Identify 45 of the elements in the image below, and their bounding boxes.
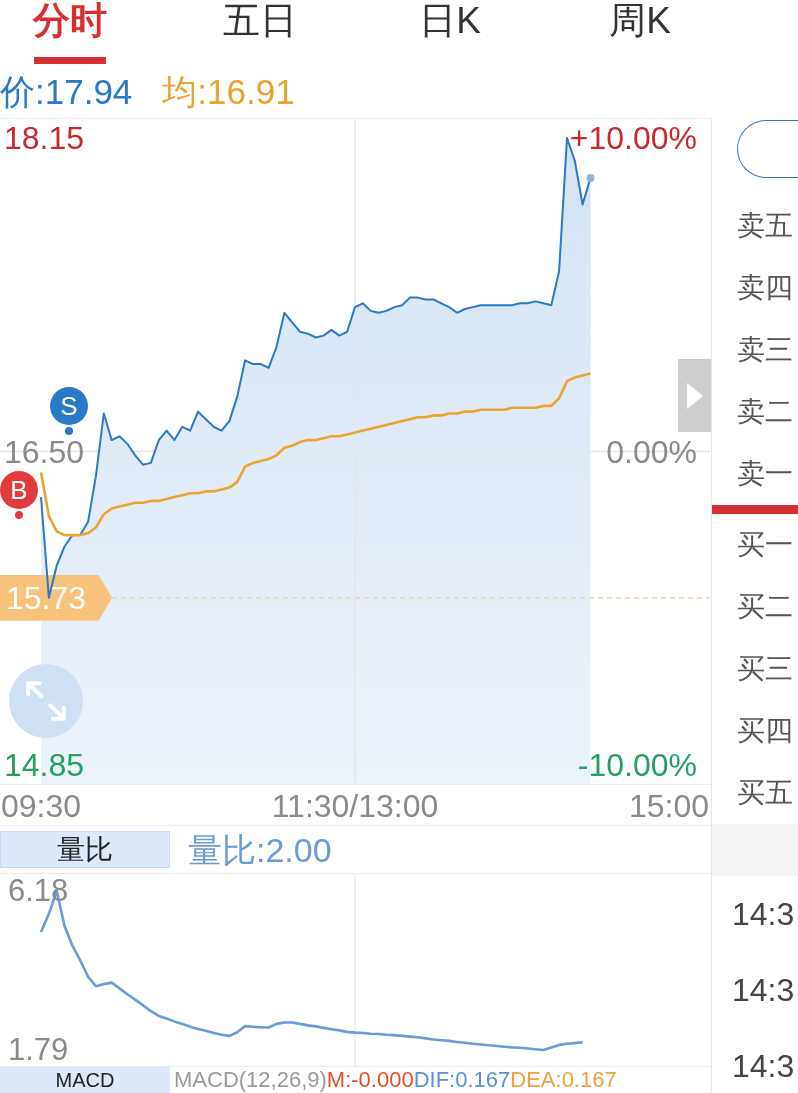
bid-level-label: 买四 <box>737 716 793 746</box>
last-price-point <box>586 173 595 182</box>
pill-button[interactable] <box>737 120 798 178</box>
expand-icon <box>26 681 66 721</box>
price-axis-label: 18.15 <box>4 122 85 154</box>
legend-reading: 均:16.91 <box>162 72 295 112</box>
legend-reading: 价:17.94 <box>0 72 133 112</box>
bid-level-label: 买三 <box>737 654 793 684</box>
trade-time: 14:3 <box>732 897 795 931</box>
macd-reading: M:-0.000 <box>326 1068 414 1092</box>
percent-axis-label: +10.00% <box>569 122 697 154</box>
chart-tab[interactable]: 五日 <box>165 0 355 66</box>
time-axis-label: 15:00 <box>628 789 710 823</box>
ratio-axis-label: 1.79 <box>8 1033 69 1066</box>
bid-level-label: 买五 <box>737 778 793 808</box>
time-axis-label: 09:30 <box>0 789 82 823</box>
bid-level-label: 买一 <box>737 530 793 560</box>
percent-axis-label: 0.00% <box>606 435 697 468</box>
ask-level-label: 卖四 <box>737 273 793 303</box>
time-axis-label: 11:30/13:00 <box>271 789 439 823</box>
panel-toggle-button[interactable] <box>678 359 711 432</box>
caret-right-icon <box>686 382 703 409</box>
chart-tab[interactable]: 周K <box>545 0 735 66</box>
ratio-axis-label: 6.18 <box>8 875 69 907</box>
ask-level-label: 卖五 <box>737 211 793 241</box>
ask-level-label: 卖一 <box>737 459 793 489</box>
macd-reading: DEA:0.167 <box>510 1068 617 1092</box>
price-axis-label: 16.50 <box>4 435 85 468</box>
chart-tab[interactable]: 日K <box>355 0 545 66</box>
volume-ratio-reading: 量比:2.00 <box>188 830 332 869</box>
price-tag: 15.73 <box>0 574 112 621</box>
chart-tab[interactable]: 分时 <box>0 0 165 66</box>
trade-marker: B <box>0 471 38 509</box>
trade-marker: S <box>50 387 88 425</box>
macd-reading: MACD(12,26,9) <box>174 1068 327 1092</box>
percent-axis-label: -10.00% <box>577 749 697 781</box>
ask-level-label: 卖二 <box>737 397 793 427</box>
trade-time: 14:3 <box>732 973 795 1007</box>
bid-level-label: 买二 <box>737 592 793 622</box>
ask-level-label: 卖三 <box>737 335 793 365</box>
macd-reading: DIF:0.167 <box>413 1068 511 1092</box>
trade-time: 14:3 <box>732 1049 795 1083</box>
price-axis-label: 14.85 <box>4 749 85 781</box>
indicator-tab[interactable]: 量比 <box>0 831 170 868</box>
indicator-tab[interactable]: MACD <box>0 1067 170 1093</box>
